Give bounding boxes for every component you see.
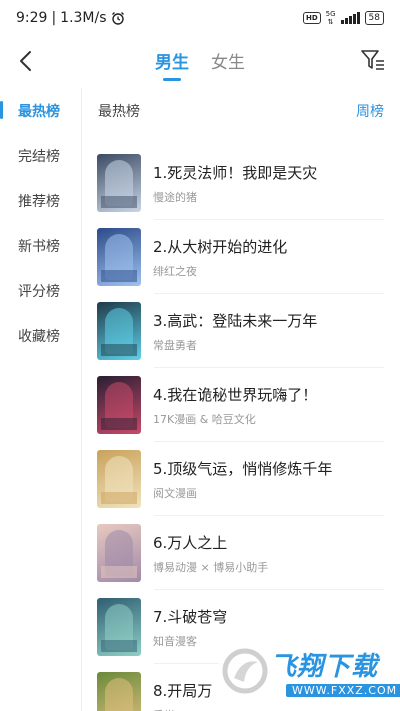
list-title: 最热榜 (98, 103, 140, 120)
cover-detail (101, 270, 137, 282)
sidebar-item-hottest[interactable]: 最热榜 (0, 88, 81, 133)
book-info: 7.斗破苍穹知音漫客 (153, 606, 227, 649)
network-type-icon: 5G ⇅ (326, 10, 336, 26)
status-separator: | (51, 10, 57, 26)
book-info: 2.从大树开始的进化绯红之夜 (153, 236, 287, 279)
book-cover (97, 154, 141, 212)
book-title: 4.我在诡秘世界玩嗨了！ (153, 385, 318, 404)
gender-tabs: 男生 女生 (0, 48, 400, 81)
book-title: 7.斗破苍穹 (153, 607, 228, 626)
book-item[interactable]: 3.高武：登陆未来一万年常盘勇者 (82, 294, 400, 368)
book-cover (97, 450, 141, 508)
cover-detail (101, 344, 137, 356)
book-cover (97, 302, 141, 360)
sidebar-item-label: 收藏榜 (18, 328, 60, 345)
watermark-url: WWW.FXXZ.COM (286, 684, 400, 697)
book-info: 5.顶级气运，悄悄修炼千年阅文漫画 (153, 458, 332, 501)
tab-male[interactable]: 男生 (155, 48, 189, 81)
sidebar-item-rating[interactable]: 评分榜 (0, 268, 81, 313)
book-info: 3.高武：登陆未来一万年常盘勇者 (153, 310, 317, 353)
sidebar-item-favorites[interactable]: 收藏榜 (0, 313, 81, 358)
status-time: 9:29 (16, 10, 48, 26)
cover-figure (105, 678, 133, 711)
book-item[interactable]: 1.死灵法师！我即是天灾慢途的猪 (82, 146, 400, 220)
book-title: 8.开局万 (153, 681, 213, 700)
book-title: 1.死灵法师！我即是天灾 (153, 163, 318, 182)
signal-icon (340, 12, 360, 24)
watermark-text: 飞翔下载 (270, 652, 379, 682)
sidebar-item-label: 最热榜 (18, 103, 60, 120)
book-list: 1.死灵法师！我即是天灾慢途的猪 2.从大树开始的进化绯红之夜 3.高武：登陆未来一… (82, 146, 400, 711)
filter-icon[interactable] (360, 47, 386, 73)
book-item[interactable]: 2.从大树开始的进化绯红之夜 (82, 220, 400, 294)
book-author: 绯红之夜 (153, 264, 197, 278)
battery-level: 58 (368, 13, 380, 23)
book-title: 2.从大树开始的进化 (153, 237, 288, 256)
cover-detail (101, 492, 137, 504)
site-logo-icon (222, 648, 268, 694)
book-title: 3.高武：登陆未来一万年 (153, 311, 318, 330)
cover-detail (101, 196, 137, 208)
sidebar-item-label: 新书榜 (18, 238, 60, 255)
status-left: 9:29 | 1.3M/s (16, 10, 125, 26)
book-cover (97, 228, 141, 286)
header: 男生 女生 (0, 38, 400, 84)
book-author: 博易动漫 × 博易小助手 (153, 560, 269, 574)
book-author: 常盘勇者 (153, 338, 197, 352)
alarm-icon (111, 12, 124, 25)
network-speed: 1.3M/s (60, 10, 107, 26)
ranking-sidebar: 最热榜 完结榜 推荐榜 新书榜 评分榜 收藏榜 (0, 88, 82, 711)
network-type-label: 5G (325, 10, 336, 18)
cover-detail (101, 418, 137, 430)
book-cover (97, 598, 141, 656)
book-info: 6.万人之上博易动漫 × 博易小助手 (153, 532, 268, 575)
book-author: 慢途的猪 (153, 190, 197, 204)
book-item[interactable]: 4.我在诡秘世界玩嗨了！ 17K漫画 & 哈豆文化 (82, 368, 400, 442)
book-author: 知音漫客 (153, 634, 197, 648)
sidebar-item-label: 评分榜 (18, 283, 60, 300)
book-cover (97, 376, 141, 434)
book-title: 6.万人之上 (153, 533, 228, 552)
network-arrows-icon: ⇅ (327, 18, 334, 26)
sidebar-item-label: 完结榜 (18, 148, 60, 165)
hd-badge: HD (302, 12, 321, 24)
cover-detail (101, 566, 137, 578)
book-title: 5.顶级气运，悄悄修炼千年 (153, 459, 333, 478)
cover-detail (101, 640, 137, 652)
sidebar-item-recommended[interactable]: 推荐榜 (0, 178, 81, 223)
book-author: 17K漫画 & 哈豆文化 (153, 412, 256, 426)
book-info: 4.我在诡秘世界玩嗨了！ 17K漫画 & 哈豆文化 (153, 384, 317, 427)
sidebar-item-label: 推荐榜 (18, 193, 60, 210)
book-author: 秃半 (153, 707, 212, 711)
sidebar-item-new[interactable]: 新书榜 (0, 223, 81, 268)
book-cover (97, 672, 141, 711)
book-author: 阅文漫画 (153, 486, 197, 500)
status-bar: 9:29 | 1.3M/s HD 5G ⇅ 58 (0, 0, 400, 36)
period-selector[interactable]: 周榜 (356, 101, 384, 121)
watermark: 飞翔下载 WWW.FXXZ.COM (218, 640, 400, 704)
sidebar-item-completed[interactable]: 完结榜 (0, 133, 81, 178)
tab-female[interactable]: 女生 (211, 48, 245, 79)
book-cover (97, 524, 141, 582)
list-header: 最热榜 周榜 (82, 88, 400, 133)
book-item[interactable]: 6.万人之上博易动漫 × 博易小助手 (82, 516, 400, 590)
book-info: 8.开局万秃半 (153, 680, 212, 711)
status-right: HD 5G ⇅ 58 (302, 10, 384, 26)
battery-icon: 58 (364, 11, 384, 25)
book-info: 1.死灵法师！我即是天灾慢途的猪 (153, 162, 317, 205)
ranking-content: 最热榜 周榜 1.死灵法师！我即是天灾慢途的猪 2.从大树开始的进化绯红之夜 3.高… (82, 88, 400, 711)
book-item[interactable]: 5.顶级气运，悄悄修炼千年阅文漫画 (82, 442, 400, 516)
